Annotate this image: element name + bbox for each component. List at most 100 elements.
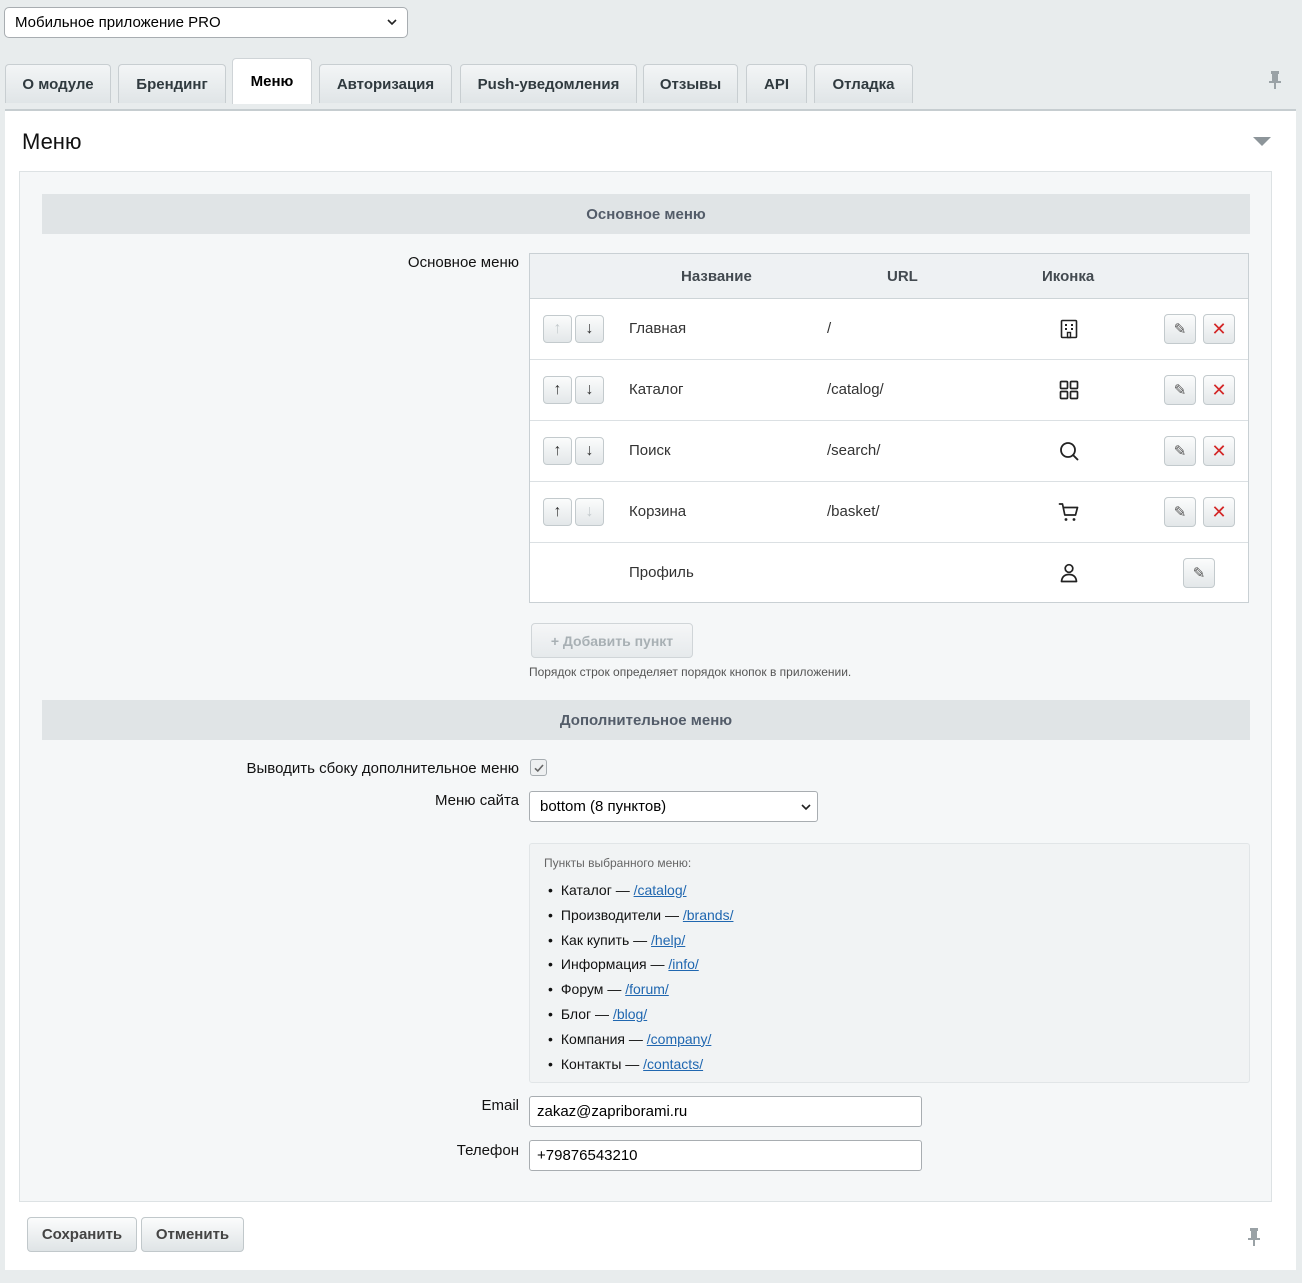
column-url: URL: [887, 268, 918, 285]
edit-button[interactable]: ✎: [1164, 436, 1196, 466]
move-up-button[interactable]: ↑: [543, 498, 572, 526]
item-separator: —: [625, 1055, 640, 1072]
delete-button[interactable]: ✕: [1203, 497, 1235, 527]
item-link[interactable]: /help/: [651, 932, 685, 948]
item-link[interactable]: /company/: [647, 1031, 712, 1047]
move-down-button[interactable]: ↓: [575, 315, 604, 343]
list-item: Компания — /company/: [548, 1029, 733, 1054]
edit-button[interactable]: ✎: [1164, 375, 1196, 405]
order-hint: Порядок строк определяет порядок кнопок …: [529, 665, 852, 679]
item-separator: —: [628, 1030, 643, 1047]
row-url: /basket/: [827, 503, 880, 520]
edit-button[interactable]: ✎: [1183, 558, 1215, 588]
item-name: Блог: [560, 1005, 592, 1022]
email-field[interactable]: zakaz@zapriborami.ru: [529, 1096, 922, 1127]
tab-menu[interactable]: Меню: [232, 58, 312, 104]
column-name: Название: [681, 268, 752, 285]
tab-reviews[interactable]: Отзывы: [643, 64, 738, 103]
item-name: Контакты: [560, 1055, 622, 1072]
email-value: zakaz@zapriborami.ru: [537, 1103, 688, 1120]
chevron-down-icon: [801, 804, 811, 811]
item-separator: —: [607, 981, 622, 998]
section-extra-menu: Дополнительное меню: [42, 700, 1250, 740]
tab-push[interactable]: Push-уведомления: [460, 64, 637, 103]
row-name: Профиль: [629, 564, 694, 581]
table-row: ↑ ↓ Корзина /basket/ ✎ ✕: [530, 482, 1248, 543]
pin-icon[interactable]: [1268, 70, 1282, 90]
table-header: Название URL Иконка: [530, 254, 1248, 299]
email-label: Email: [481, 1097, 519, 1114]
move-down-button[interactable]: ↓: [575, 498, 604, 526]
item-link[interactable]: /catalog/: [634, 882, 687, 898]
item-link[interactable]: /brands/: [683, 907, 734, 923]
list-item: Блог — /blog/: [548, 1004, 733, 1029]
item-name: Каталог: [560, 882, 612, 898]
cart-icon: [1058, 503, 1079, 521]
items-list: Каталог — /catalog/ Производители — /bra…: [548, 880, 734, 1078]
phone-field[interactable]: +79876543210: [529, 1140, 922, 1171]
item-name: Как купить: [560, 931, 630, 948]
pin-icon[interactable]: [1247, 1227, 1261, 1247]
add-item-button[interactable]: + Добавить пункт: [531, 623, 693, 658]
column-icon: Иконка: [1042, 268, 1095, 285]
item-link[interactable]: /blog/: [613, 1006, 647, 1022]
main-menu-label: Основное меню: [407, 254, 519, 271]
phone-value: +79876543210: [537, 1147, 638, 1164]
row-url: /: [827, 320, 832, 337]
item-name: Производители: [560, 906, 662, 923]
row-name: Поиск: [629, 442, 671, 459]
tab-authorization[interactable]: Авторизация: [319, 64, 452, 103]
cancel-button[interactable]: Отменить: [141, 1217, 244, 1252]
item-name: Информация: [560, 956, 647, 973]
settings-form: Основное меню Основное меню Название URL…: [19, 171, 1272, 1202]
list-item: Форум — /forum/: [548, 979, 733, 1004]
tab-about[interactable]: О модуле: [5, 64, 111, 103]
item-link[interactable]: /info/: [668, 956, 698, 972]
table-row: Профиль ✎: [530, 543, 1248, 604]
move-up-button[interactable]: ↑: [543, 376, 572, 404]
tab-branding[interactable]: Брендинг: [118, 64, 226, 103]
save-button[interactable]: Сохранить: [27, 1217, 137, 1252]
collapse-arrow-icon[interactable]: [1253, 137, 1271, 146]
edit-button[interactable]: ✎: [1164, 497, 1196, 527]
tab-api[interactable]: API: [746, 64, 807, 103]
selected-menu-items: Пункты выбранного меню: Каталог — /catal…: [529, 843, 1250, 1083]
tab-debug[interactable]: Отладка: [814, 64, 913, 103]
delete-button[interactable]: ✕: [1203, 436, 1235, 466]
module-select-value: Мобильное приложение PRO: [15, 14, 221, 31]
user-icon: [1060, 563, 1078, 583]
delete-button[interactable]: ✕: [1203, 375, 1235, 405]
item-separator: —: [664, 906, 679, 923]
table-row: ↑ ↓ Каталог /catalog/ ✎ ✕: [530, 360, 1248, 421]
site-menu-value: bottom (8 пунктов): [540, 798, 667, 815]
site-menu-select[interactable]: bottom (8 пунктов): [529, 791, 818, 822]
row-name: Корзина: [629, 503, 687, 520]
module-select[interactable]: Мобильное приложение PRO: [4, 7, 408, 38]
move-up-button[interactable]: ↑: [543, 315, 572, 343]
side-menu-checkbox[interactable]: [530, 759, 547, 776]
check-icon: [533, 763, 544, 772]
list-item: Производители — /brands/: [548, 905, 734, 930]
row-name: Каталог: [629, 381, 684, 398]
main-menu-table: Название URL Иконка ↑ ↓ Главная / ✎ ✕ ↑ …: [529, 253, 1249, 603]
item-separator: —: [595, 1005, 610, 1022]
row-name: Главная: [629, 320, 687, 337]
section-main-menu: Основное меню: [42, 194, 1250, 234]
edit-button[interactable]: ✎: [1164, 314, 1196, 344]
delete-button[interactable]: ✕: [1203, 314, 1235, 344]
grid-icon: [1059, 380, 1079, 400]
building-icon: [1060, 319, 1078, 339]
move-down-button[interactable]: ↓: [575, 376, 604, 404]
item-link[interactable]: /forum/: [625, 981, 669, 997]
item-separator: —: [615, 882, 630, 898]
move-down-button[interactable]: ↓: [575, 437, 604, 465]
move-up-button[interactable]: ↑: [543, 437, 572, 465]
item-name: Компания: [560, 1030, 625, 1047]
item-name: Форум: [560, 981, 604, 998]
item-link[interactable]: /contacts/: [643, 1056, 703, 1072]
items-caption: Пункты выбранного меню:: [544, 856, 692, 870]
settings-panel: Меню Основное меню Основное меню Названи…: [5, 109, 1296, 1270]
item-separator: —: [633, 931, 648, 948]
list-item: Как купить — /help/: [548, 930, 733, 955]
row-url: /search/: [827, 442, 881, 459]
